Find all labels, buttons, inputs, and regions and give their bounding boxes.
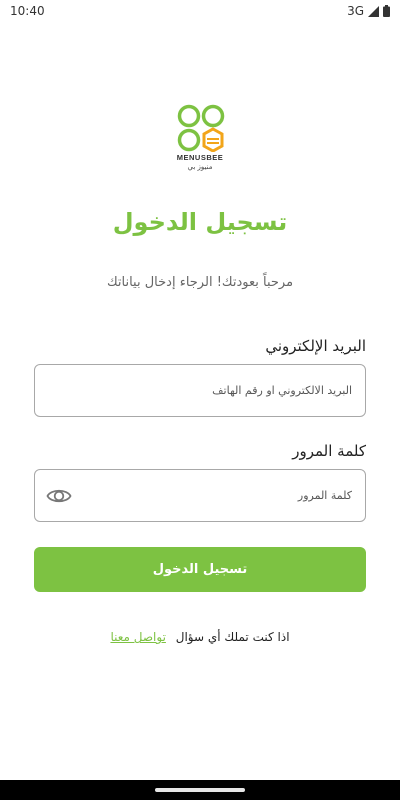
contact-us-link[interactable]: تواصل معنا (110, 630, 165, 644)
contact-row: اذا كنت تملك أي سؤال تواصل معنا (0, 630, 400, 644)
password-field-container (34, 469, 366, 522)
app-logo: MENUSBEE منيوز بي (171, 104, 229, 174)
network-type: 3G (347, 4, 364, 18)
signal-icon (368, 5, 379, 17)
logo-wordmark-arabic: منيوز بي (187, 163, 213, 171)
eye-icon[interactable] (46, 484, 72, 508)
password-label: كلمة المرور (292, 442, 366, 460)
home-indicator[interactable] (155, 788, 245, 792)
status-time: 10:40 (10, 4, 45, 18)
navigation-bar (0, 780, 400, 800)
status-bar: 10:40 3G (0, 0, 400, 22)
password-field[interactable] (35, 470, 365, 521)
contact-question: اذا كنت تملك أي سؤال (175, 630, 290, 644)
login-button[interactable]: تسجيل الدخول (34, 547, 366, 592)
page-title: تسجيل الدخول (112, 208, 288, 236)
battery-icon (383, 5, 390, 17)
page-subtitle: مرحباً بعودتك! الرجاء إدخال بياناتك (106, 275, 294, 290)
logo-wordmark: MENUSBEE (176, 153, 224, 162)
status-icons: 3G (347, 4, 390, 18)
email-label: البريد الإلكتروني (265, 337, 366, 355)
email-field[interactable] (35, 365, 365, 416)
email-field-container (34, 364, 366, 417)
bee-honeycomb-icon (177, 104, 225, 152)
